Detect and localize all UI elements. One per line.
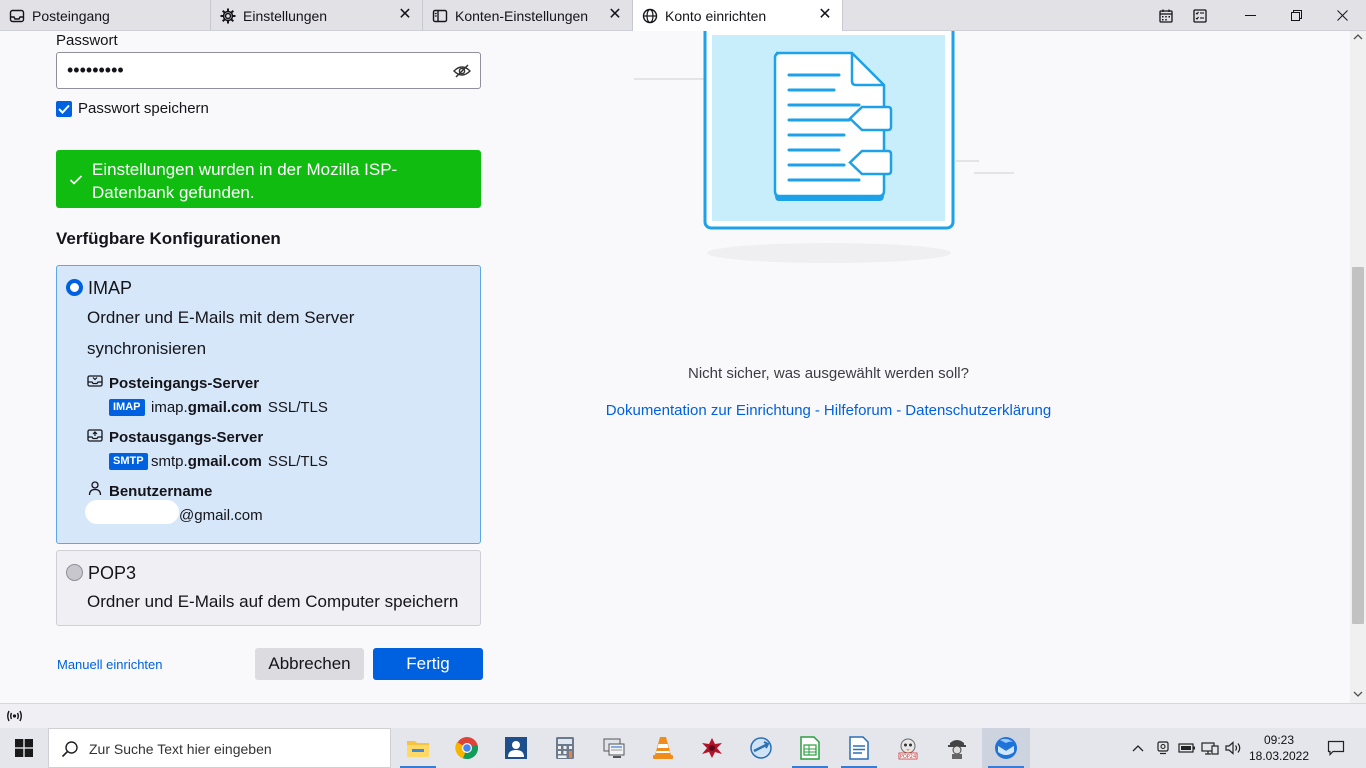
tab-account-settings[interactable]: Konten-Einstellungen ✕ xyxy=(423,0,633,31)
tab-label: Konten-Einstellungen xyxy=(455,7,589,24)
help-links: Dokumentation zur Einrichtung - Hilfeforum… xyxy=(592,402,1065,419)
outgoing-host: smtp.gmail.com SSL/TLS xyxy=(151,453,328,470)
username-title: Benutzername xyxy=(109,483,213,500)
save-password-checkbox[interactable] xyxy=(56,101,72,117)
red-app-icon[interactable] xyxy=(688,728,736,768)
vertical-scrollbar[interactable] xyxy=(1350,31,1366,703)
docs-link[interactable]: Dokumentation zur Einrichtung xyxy=(606,402,811,419)
imap-badge: IMAP xyxy=(109,399,145,416)
cancel-button[interactable]: Abbrechen xyxy=(255,648,364,680)
restore-button[interactable] xyxy=(1273,0,1319,31)
imap-label: IMAP xyxy=(88,278,133,298)
file-explorer-icon[interactable] xyxy=(394,728,442,768)
incoming-mail-icon xyxy=(87,373,103,389)
password-value: ••••••••• xyxy=(67,60,124,80)
agent-app-icon[interactable] xyxy=(933,728,981,768)
document-illustration xyxy=(634,31,1014,271)
tab-inbox[interactable]: Posteingang xyxy=(0,0,211,31)
taskbar-search-input[interactable]: Zur Suche Text hier eingeben xyxy=(48,728,391,768)
incoming-server-title: Posteingangs-Server xyxy=(109,375,260,392)
search-placeholder: Zur Suche Text hier eingeben xyxy=(89,741,272,757)
search-icon xyxy=(61,740,79,758)
globe-icon xyxy=(642,8,658,24)
thunderbird-icon[interactable] xyxy=(982,728,1030,768)
smtp-badge: SMTP xyxy=(109,453,148,470)
eye-slash-icon[interactable] xyxy=(453,63,471,79)
tab-settings[interactable]: Einstellungen ✕ xyxy=(211,0,423,31)
manual-setup-link[interactable]: Manuell einrichten xyxy=(57,657,163,672)
scroll-up-icon[interactable] xyxy=(1353,33,1363,44)
close-icon[interactable]: ✕ xyxy=(608,7,622,23)
link-separator: - xyxy=(896,402,902,419)
clock-date: 18.03.2022 xyxy=(1248,749,1310,763)
link-separator: - xyxy=(814,402,820,419)
transfer-app-icon[interactable] xyxy=(737,728,785,768)
pop3-option[interactable]: POP3 Ordner und E-Mails auf dem Computer… xyxy=(56,550,481,626)
pop3-radio[interactable] xyxy=(66,564,83,581)
windows-taskbar: Zur Suche Text hier eingeben POP24 09:23… xyxy=(0,728,1366,768)
imap-option[interactable]: IMAP Ordner und E-Mails mit dem Server s… xyxy=(56,265,481,544)
taskbar-clock[interactable]: 09:23 18.03.2022 xyxy=(1248,732,1310,764)
tab-label: Konto einrichten xyxy=(665,7,767,24)
outgoing-mail-icon xyxy=(87,427,103,443)
close-window-button[interactable] xyxy=(1319,0,1365,31)
volume-icon[interactable] xyxy=(1222,728,1246,768)
configurations-title: Verfügbare Konfigurationen xyxy=(56,229,281,248)
imap-description-line2: synchronisieren xyxy=(87,339,207,358)
close-icon[interactable]: ✕ xyxy=(818,7,832,23)
meet-now-icon[interactable] xyxy=(1153,728,1173,768)
imap-description-line1: Ordner und E-Mails mit dem Server xyxy=(87,308,355,327)
save-password-label[interactable]: Passwort speichern xyxy=(78,100,209,117)
success-notification: Einstellungen wurden in der Mozilla ISP-… xyxy=(56,150,481,208)
chrome-icon[interactable] xyxy=(443,728,491,768)
help-question: Nicht sicher, was ausgewählt werden soll… xyxy=(688,365,969,382)
inbox-icon xyxy=(9,8,25,24)
account-icon xyxy=(432,8,448,24)
contacts-app-icon[interactable] xyxy=(492,728,540,768)
svg-text:POP24: POP24 xyxy=(900,754,916,760)
pop3-description: Ordner und E-Mails auf dem Computer spei… xyxy=(87,592,459,611)
writer-document-icon[interactable] xyxy=(835,728,883,768)
battery-icon[interactable] xyxy=(1176,728,1198,768)
vlc-icon[interactable] xyxy=(639,728,687,768)
tab-label: Einstellungen xyxy=(243,7,328,24)
clock-time: 09:23 xyxy=(1263,733,1295,747)
scrollbar-thumb[interactable] xyxy=(1352,267,1364,624)
password-label: Passwort xyxy=(56,32,118,49)
status-bar xyxy=(0,703,1366,728)
windows-start-button[interactable] xyxy=(0,728,48,768)
calculator-icon[interactable] xyxy=(541,728,589,768)
pop-peeper-icon[interactable]: POP24 xyxy=(884,728,932,768)
spreadsheet-icon[interactable] xyxy=(786,728,834,768)
notifications-icon[interactable] xyxy=(1316,728,1356,768)
network-icon[interactable] xyxy=(1199,728,1221,768)
scroll-down-icon[interactable] xyxy=(1353,690,1363,701)
redacted-username xyxy=(85,500,179,524)
tab-account-setup[interactable]: Konto einrichten ✕ xyxy=(633,0,843,31)
privacy-link[interactable]: Datenschutzerklärung xyxy=(905,402,1051,419)
password-input[interactable]: ••••••••• xyxy=(56,52,481,89)
pop3-label: POP3 xyxy=(88,563,137,583)
close-icon[interactable]: ✕ xyxy=(398,7,412,23)
forum-link[interactable]: Hilfeforum xyxy=(824,402,892,419)
tab-label: Posteingang xyxy=(32,7,110,24)
tasks-icon[interactable] xyxy=(1177,0,1223,31)
tray-expand-icon[interactable] xyxy=(1128,728,1148,768)
tab-bar: Posteingang Einstellungen ✕ Konten-Einst… xyxy=(0,0,1366,31)
imap-radio[interactable] xyxy=(66,279,83,296)
remote-desktop-icon[interactable] xyxy=(590,728,638,768)
success-message: Einstellungen wurden in der Mozilla ISP-… xyxy=(92,160,398,202)
online-status-icon[interactable] xyxy=(6,708,23,724)
done-button[interactable]: Fertig xyxy=(373,648,483,680)
incoming-host: imap.gmail.com SSL/TLS xyxy=(151,399,328,416)
outgoing-server-title: Postausgangs-Server xyxy=(109,429,264,446)
username-value: @gmail.com xyxy=(179,507,263,524)
user-icon xyxy=(87,480,103,496)
gear-icon xyxy=(220,8,236,24)
minimize-button[interactable] xyxy=(1227,0,1273,31)
checkmark-icon xyxy=(69,173,83,185)
account-setup-page: Passwort ••••••••• Passwort speichern Ei… xyxy=(0,31,1350,703)
